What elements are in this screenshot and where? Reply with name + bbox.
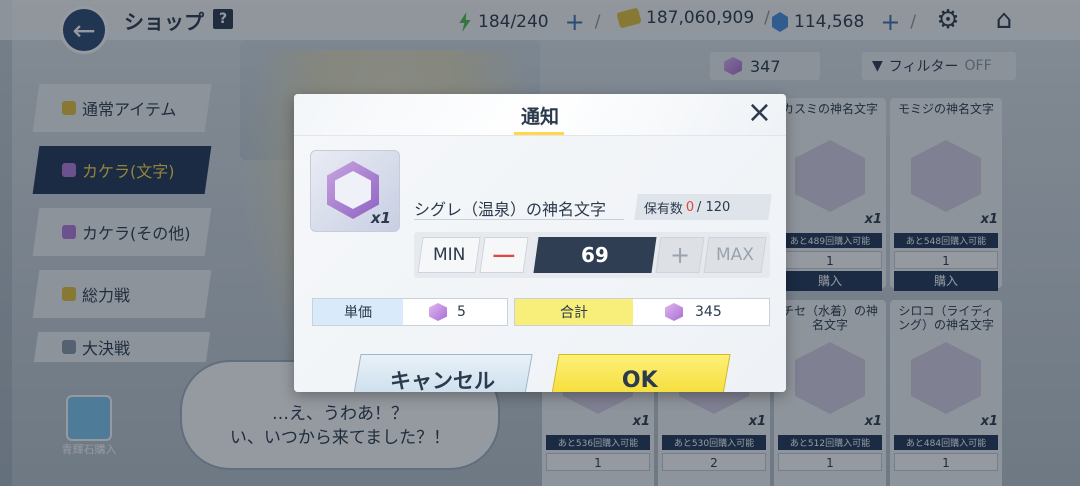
min-button[interactable]: MIN: [417, 237, 481, 273]
cancel-button[interactable]: キャンセル: [351, 354, 533, 392]
owned-max: / 120: [697, 199, 731, 215]
ok-button[interactable]: OK: [549, 354, 731, 393]
total-label: 合計: [515, 299, 633, 325]
quantity-text: 69: [581, 243, 609, 267]
min-label: MIN: [432, 245, 466, 265]
eleph-gem-icon: [429, 303, 447, 321]
owned-label: 保有数: [644, 201, 684, 217]
unit-price-label: 単価: [313, 299, 403, 325]
max-button[interactable]: MAX: [703, 237, 767, 273]
item-name: シグレ（温泉）の神名文字: [414, 196, 624, 220]
eleph-gem-icon: [665, 303, 683, 321]
quantity-stepper: MIN ー 69 + MAX: [414, 232, 770, 278]
dialog-title: 通知: [520, 106, 559, 128]
owned-count: 保有数 0 / 120: [634, 194, 772, 220]
notification-dialog: 通知 × x1 シグレ（温泉）の神名文字 保有数 0 / 120 MIN ー 6…: [294, 94, 786, 392]
title-underline: [514, 132, 564, 135]
unit-price-box: 単価 5: [312, 298, 508, 326]
unit-price-value-wrap: 5: [403, 299, 507, 325]
max-label: MAX: [716, 245, 754, 265]
plus-button[interactable]: +: [655, 237, 705, 273]
cancel-label: キャンセル: [389, 369, 495, 392]
total-price-box: 合計 345: [514, 298, 770, 326]
plus-icon: +: [669, 241, 691, 269]
item-quantity: x1: [370, 209, 391, 227]
quantity-value[interactable]: 69: [533, 237, 657, 273]
dialog-header: 通知 ×: [294, 94, 786, 136]
item-thumbnail: x1: [310, 150, 400, 232]
unit-price-value: 5: [457, 304, 466, 320]
minus-icon: ー: [490, 242, 517, 273]
total-value-wrap: 345: [633, 299, 769, 325]
minus-button[interactable]: ー: [479, 237, 529, 273]
owned-value: 0: [686, 199, 695, 215]
close-icon[interactable]: ×: [747, 98, 772, 128]
dialog-body: x1 シグレ（温泉）の神名文字 保有数 0 / 120 MIN ー 69 + M…: [294, 136, 786, 392]
total-value: 345: [695, 304, 722, 320]
ok-label: OK: [622, 367, 658, 393]
